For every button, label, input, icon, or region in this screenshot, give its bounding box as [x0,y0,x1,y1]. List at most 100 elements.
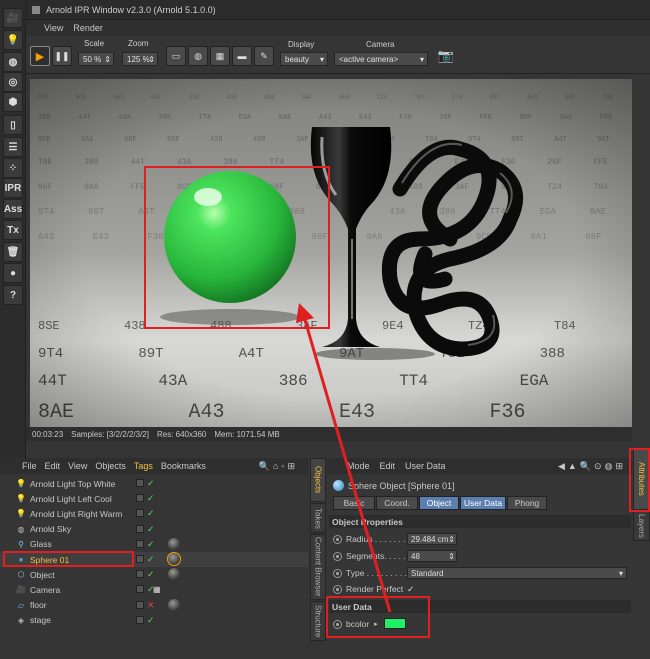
object-row[interactable]: 💡 Arnold Light Top White ✓ [0,476,308,491]
object-row[interactable]: ⚲ Glass ✓ [0,537,308,552]
object-row[interactable]: ◍ Arnold Sky ✓ [0,522,308,537]
scale-select[interactable]: 50 % ⇕ [78,52,114,66]
object-row[interactable]: ▱ floor ✕ [0,598,308,613]
ass-button[interactable]: Ass [3,199,23,219]
dots-icon[interactable]: ⁘ [3,158,23,178]
globe-icon[interactable]: ◍ [3,52,23,72]
layer-checkbox[interactable] [136,479,144,487]
layer-checkbox[interactable] [136,555,144,563]
segments-field[interactable]: 48 ⇕ [407,550,457,562]
tab-takes[interactable]: Takes [310,503,326,533]
enabled-check-icon[interactable]: ✓ [147,539,155,550]
expand-arrow-icon[interactable]: ▸ [374,620,378,628]
pause-icon[interactable]: ❚❚ [52,46,72,66]
radius-field[interactable]: 29.484 cm ⇕ [407,533,457,545]
render-perfect-checkbox[interactable]: ✓ [407,584,414,595]
material-tag-icon[interactable] [168,598,180,611]
tab-content-browser[interactable]: Content Browser [310,534,326,600]
tab-user-data[interactable]: User Data [460,496,506,510]
segments-label: Segments. . . . . . [346,551,411,561]
enabled-check-icon[interactable]: ✓ [147,569,155,580]
render-view[interactable]: FFE9CE6A168F8SE4384883AF9E4TZ4T849T489TA… [30,79,632,427]
render-perfect-keyframe-icon[interactable] [333,584,342,594]
layer-checkbox[interactable] [136,585,144,594]
object-row[interactable]: ● Sphere 01 ✓ [0,552,308,567]
play-icon[interactable]: ▶ [30,46,50,66]
tab-phong[interactable]: Phong [507,496,547,510]
type-keyframe-icon[interactable] [333,568,342,578]
disabled-icon[interactable]: ✕ [147,600,155,611]
om-menu-tags[interactable]: Tags [134,461,153,471]
enabled-check-icon[interactable]: ✓ [147,554,155,565]
radius-keyframe-icon[interactable] [333,534,342,544]
cube-icon[interactable]: ⬢ [3,92,23,112]
material-tag-icon[interactable] [167,552,181,566]
layer-checkbox[interactable] [136,524,144,533]
enabled-check-icon[interactable]: ✓ [147,508,155,519]
enabled-check-icon[interactable]: ✓ [147,478,155,489]
layer-checkbox[interactable] [136,539,144,548]
tab-objects[interactable]: Objects [310,458,326,502]
frame-icon[interactable]: ▬ [232,46,252,66]
material-tag-icon[interactable] [168,537,180,550]
help-button[interactable]: ? [3,285,23,305]
om-menu-bookmarks[interactable]: Bookmarks [161,461,206,471]
zoom-select[interactable]: 125 % ⇕ [122,52,158,66]
om-menu-view[interactable]: View [68,461,87,471]
at-nav-icons[interactable]: ◀▲🔍⊙◍⊞ [558,461,626,472]
tab-coord[interactable]: Coord. [376,496,418,510]
tab-attributes[interactable]: Attributes [633,448,650,510]
attribute-header-title: Sphere Object [Sphere 01] [348,480,455,491]
at-menu-mode[interactable]: Mode [347,461,370,471]
layers-icon[interactable]: ☰ [3,137,23,157]
bcolor-keyframe-icon[interactable] [333,619,342,629]
layer-checkbox[interactable] [136,494,144,503]
render-samples: Samples: [3/2/2/2/3/2] [71,429,149,439]
object-row[interactable]: 🎥 Camera ✓ ▦ [0,582,308,597]
sky-globe-icon[interactable]: ◎ [3,72,23,92]
snapshot-camera-icon[interactable]: 📷 [436,46,456,66]
menu-render[interactable]: Render [73,23,103,33]
eyedropper-icon[interactable]: ✎ [254,46,274,66]
tab-object[interactable]: Object [419,496,459,510]
region-icon[interactable]: ▭ [166,46,186,66]
om-menu-edit[interactable]: Edit [45,461,61,471]
type-select[interactable]: Standard ▾ [407,567,627,579]
layer-checkbox[interactable] [136,615,144,624]
at-menu-edit[interactable]: Edit [380,461,396,471]
trash-icon[interactable]: 🗑 [3,242,23,262]
at-menu-userdata[interactable]: User Data [405,461,446,471]
tab-basic[interactable]: Basic [333,496,375,510]
object-row[interactable]: ◈ stage ✓ [0,613,308,628]
globe-view-icon[interactable]: ◍ [188,46,208,66]
tab-layers[interactable]: Layers [633,511,650,541]
object-row[interactable]: 💡 Arnold Light Left Cool ✓ [0,491,308,506]
camera-select[interactable]: <active camera> ▾ [334,52,428,66]
object-row[interactable]: ⬡ Object ✓ [0,567,308,582]
material-tag-icon[interactable] [168,568,180,581]
enabled-check-icon[interactable]: ✓ [147,524,155,535]
enabled-check-icon[interactable]: ✓ [147,493,155,504]
layer-checkbox[interactable] [136,570,144,579]
tab-structure[interactable]: Structure [310,601,326,641]
document-icon[interactable]: ▯ [3,115,23,135]
om-menu-file[interactable]: File [22,461,37,471]
film-camera-icon[interactable]: 🎥 [3,8,23,28]
light-bulb-icon[interactable]: 💡 [3,30,23,50]
object-row[interactable]: 💡 Arnold Light Right Warm ✓ [0,506,308,521]
om-nav-icons[interactable]: 🔍⌂◦⊞ [259,461,298,472]
display-select[interactable]: beauty ▾ [280,52,328,66]
enabled-check-icon[interactable]: ✓ [147,615,155,626]
radius-row: Radius . . . . . . . . [333,532,410,546]
sphere-icon[interactable]: ● [3,263,23,283]
menu-view[interactable]: View [44,23,63,33]
ipr-button[interactable]: IPR [3,178,23,198]
layer-checkbox[interactable] [136,509,144,518]
tx-button[interactable]: Tx [3,220,23,240]
layer-checkbox[interactable] [136,600,144,609]
grid-icon[interactable]: ▦ [210,46,230,66]
bcolor-swatch[interactable] [384,618,406,629]
camera-tag-icon[interactable]: ▦ [153,585,161,594]
segments-keyframe-icon[interactable] [333,551,342,561]
om-menu-objects[interactable]: Objects [95,461,126,471]
